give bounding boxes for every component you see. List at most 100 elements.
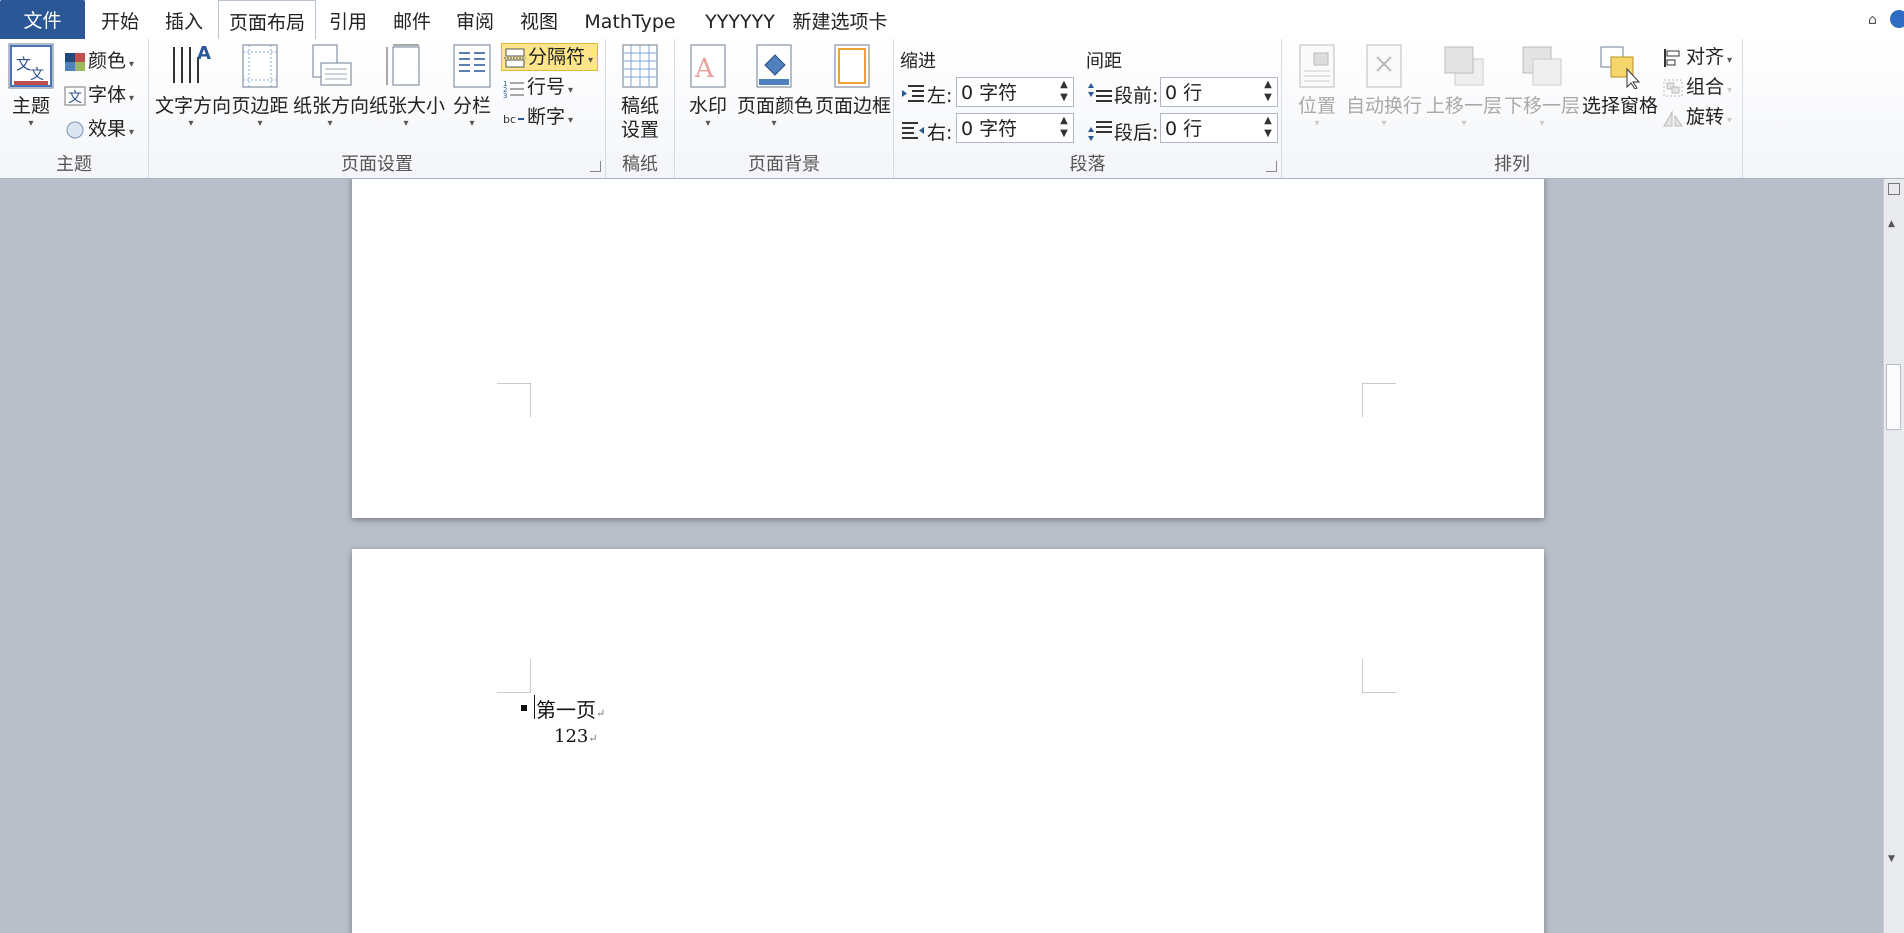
indent-right-input[interactable]: 0 字符 ▲ ▼ <box>956 113 1074 143</box>
group-objects-icon <box>1663 79 1683 96</box>
spin-arrows-icon[interactable]: ▲ ▼ <box>1057 114 1071 142</box>
spacing-before-input[interactable]: 0 行 ▲ ▼ <box>1160 77 1278 107</box>
manuscript-grid-icon <box>622 44 658 88</box>
position-button[interactable]: 位置 ▾ <box>1292 43 1342 130</box>
scrollbar-thumb[interactable] <box>1886 364 1901 430</box>
line-1-text: 第一页 <box>536 698 596 722</box>
tab-view[interactable]: 视图 <box>513 0 565 39</box>
tab-review[interactable]: 审阅 <box>449 0 501 39</box>
document-workspace[interactable]: 第一页↵ 123↵ <box>0 179 1884 933</box>
page-color-button[interactable]: 页面颜色 ▾ <box>737 43 813 130</box>
colors-icon <box>65 52 85 71</box>
manuscript-settings-button[interactable]: 稿纸 设置 <box>614 43 666 142</box>
page-break-icon <box>504 48 526 67</box>
colors-label: 颜色 <box>88 50 127 72</box>
rotate-button[interactable]: 旋转 ▾ <box>1662 103 1732 131</box>
scroll-down-icon[interactable]: ▼ <box>1888 854 1895 864</box>
indent-left-input[interactable]: 0 字符 ▲ ▼ <box>956 77 1074 107</box>
align-button[interactable]: 对齐 ▾ <box>1662 43 1732 71</box>
paragraph-line-1[interactable]: 第一页↵ <box>536 694 605 723</box>
position-icon <box>1299 44 1335 88</box>
margins-button[interactable]: 页边距 ▾ <box>231 43 289 130</box>
columns-label: 分栏 <box>452 95 491 117</box>
tab-mailings[interactable]: 邮件 <box>386 0 438 39</box>
ribbon: 文 文 主题 ▾ 颜色 ▾ 文字体 ▾ 效果 ▾ 主题 A 文字方向 ▾ 页边距… <box>0 39 1904 179</box>
spin-arrows-icon[interactable]: ▲ ▼ <box>1261 114 1275 142</box>
breaks-button[interactable]: 分隔符 ▾ <box>501 43 599 71</box>
scroll-up-icon[interactable]: ▲ <box>1888 219 1895 229</box>
size-button[interactable]: 纸张大小 ▾ <box>369 43 446 130</box>
paragraph-dialog-launcher-icon[interactable] <box>1266 161 1277 172</box>
svg-text:bc: bc <box>503 113 516 126</box>
chevron-down-icon: ▾ <box>1381 118 1387 129</box>
group-objects-button[interactable]: 组合 ▾ <box>1662 73 1732 101</box>
page-setup-dialog-launcher-icon[interactable] <box>590 161 601 172</box>
bring-forward-label: 上移一层 <box>1426 95 1503 117</box>
selection-pane-button[interactable]: 选择窗格 <box>1582 43 1658 118</box>
chevron-down-icon: ▾ <box>28 118 34 129</box>
position-label: 位置 <box>1297 95 1336 117</box>
fonts-button[interactable]: 文字体 ▾ <box>64 81 134 109</box>
text-direction-label: 文字方向 <box>155 95 232 117</box>
page-borders-button[interactable]: 页面边框 <box>815 43 892 118</box>
paragraph-line-2[interactable]: 123↵ <box>554 726 598 747</box>
paragraph-mark-icon: ↵ <box>588 732 598 745</box>
document-page-2[interactable]: 第一页↵ 123↵ <box>352 549 1544 933</box>
orientation-button[interactable]: 纸张方向 ▾ <box>293 43 369 130</box>
wrap-text-label: 自动换行 <box>1346 95 1423 117</box>
chevron-down-icon: ▾ <box>1727 115 1733 126</box>
vertical-scrollbar[interactable]: ▲ ▼ <box>1883 179 1904 933</box>
spacing-after-input[interactable]: 0 行 ▲ ▼ <box>1160 113 1278 143</box>
send-backward-button[interactable]: 下移一层 ▾ <box>1504 43 1580 130</box>
watermark-label: 水印 <box>688 95 727 117</box>
tab-file[interactable]: 文件 <box>0 0 85 39</box>
tab-references[interactable]: 引用 <box>322 0 374 39</box>
svg-text:文: 文 <box>16 55 31 73</box>
text-direction-icon: A <box>173 43 211 83</box>
effects-button[interactable]: 效果 ▾ <box>64 115 134 143</box>
minimize-ribbon-icon[interactable]: ⌂ <box>1868 12 1877 28</box>
chevron-down-icon: ▾ <box>568 115 574 126</box>
spacing-before-icon <box>1088 83 1112 102</box>
bullet-marker <box>521 705 527 711</box>
tab-yyyyyy[interactable]: YYYYYY <box>696 0 784 39</box>
document-page-1[interactable] <box>352 179 1544 518</box>
selection-pane-icon <box>1600 46 1641 90</box>
send-backward-icon <box>1522 46 1562 86</box>
wrap-text-button[interactable]: 自动换行 ▾ <box>1346 43 1422 130</box>
group-label-paragraph: 段落 <box>1069 154 1106 175</box>
spin-arrows-icon[interactable]: ▲ ▼ <box>1261 78 1275 106</box>
group-label-manuscript: 稿纸 <box>622 154 658 175</box>
paper-size-icon <box>386 44 420 86</box>
text-cursor <box>534 695 535 719</box>
line-numbers-button[interactable]: 1 2 3 行号 ▾ <box>503 73 573 101</box>
tab-page-layout[interactable]: 页面布局 <box>218 0 316 40</box>
spin-arrows-icon[interactable]: ▲ ▼ <box>1057 78 1071 106</box>
indent-title: 缩进 <box>900 51 936 72</box>
group-objects-label: 组合 <box>1686 76 1725 98</box>
help-icon[interactable] <box>1890 10 1904 28</box>
hyphenation-label: 断字 <box>527 106 566 128</box>
watermark-button[interactable]: A 水印 ▾ <box>685 43 731 130</box>
tab-new[interactable]: 新建选项卡 <box>790 0 890 39</box>
columns-button[interactable]: 分栏 ▾ <box>447 43 497 130</box>
page-borders-label: 页面边框 <box>815 95 892 117</box>
fonts-label: 字体 <box>88 84 127 106</box>
page-borders-icon <box>834 44 870 88</box>
indent-left-label: 左: <box>927 85 953 107</box>
themes-button[interactable]: 文 文 主题 ▾ <box>6 43 56 130</box>
tab-insert[interactable]: 插入 <box>158 0 210 39</box>
size-label: 纸张大小 <box>369 95 446 117</box>
indent-right-label: 右: <box>927 122 953 144</box>
margins-icon <box>242 44 278 88</box>
chevron-down-icon: ▾ <box>129 59 135 70</box>
text-direction-button[interactable]: A 文字方向 ▾ <box>155 43 232 130</box>
tab-mathtype[interactable]: MathType <box>578 0 682 39</box>
spacing-after-value: 0 行 <box>1165 118 1203 140</box>
group-label-themes: 主题 <box>56 154 92 175</box>
tab-home[interactable]: 开始 <box>94 0 146 39</box>
ruler-toggle-icon[interactable] <box>1888 183 1900 195</box>
hyphenation-button[interactable]: bc 断字 ▾ <box>503 103 573 131</box>
colors-button[interactable]: 颜色 ▾ <box>64 47 134 75</box>
bring-forward-button[interactable]: 上移一层 ▾ <box>1426 43 1502 130</box>
